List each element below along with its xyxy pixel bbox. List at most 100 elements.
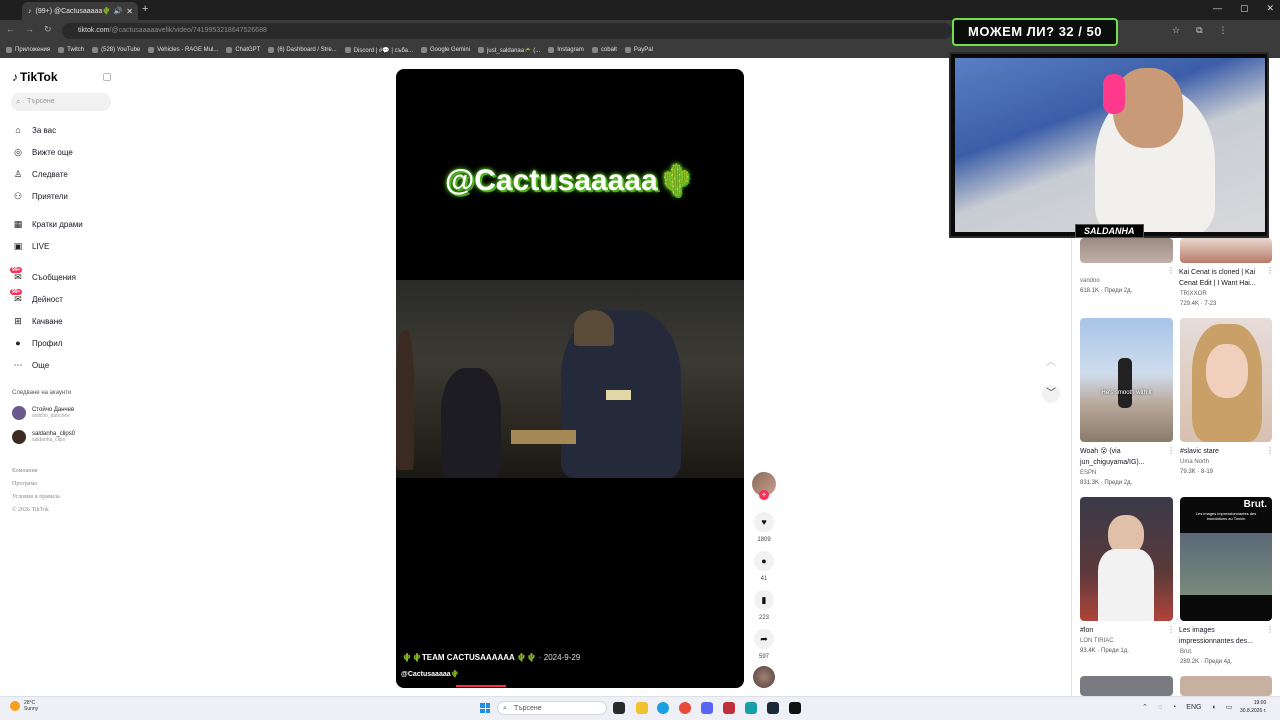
related-title[interactable]: Woah 😮 (via jun_chiguyama/IG)... bbox=[1080, 446, 1166, 468]
chrome-icon[interactable] bbox=[679, 702, 691, 714]
bookmark-item[interactable]: just_saldanaa🥷 (... bbox=[478, 47, 540, 54]
more-options-icon[interactable]: ⋮ bbox=[1266, 266, 1274, 275]
address-bar[interactable]: tiktok.com/@cactusaaaaavelik/video/74199… bbox=[62, 23, 952, 39]
chevron-up-icon[interactable]: ⌃ bbox=[1142, 703, 1148, 711]
app-icon[interactable] bbox=[745, 702, 757, 714]
close-window-icon[interactable]: ✕ bbox=[1266, 3, 1274, 14]
bookmark-item[interactable]: Google Gemini bbox=[421, 47, 470, 53]
sidebar-item-2[interactable]: ♙ Следвате bbox=[12, 166, 68, 182]
related-author[interactable]: Brut. bbox=[1180, 649, 1193, 655]
related-title[interactable]: #lon bbox=[1080, 625, 1093, 636]
related-author[interactable]: ESPN bbox=[1080, 470, 1096, 476]
sidebar-item-10[interactable]: ⋯ Още bbox=[12, 357, 50, 373]
weather-widget[interactable]: 28°C Sunny bbox=[10, 700, 38, 712]
more-options-icon[interactable]: ⋮ bbox=[1167, 446, 1175, 455]
discord-icon[interactable] bbox=[701, 702, 713, 714]
account-item[interactable]: Стойчо Данчев stoicho_danchev bbox=[12, 406, 74, 420]
bookmark-item[interactable]: (6) Dashboard / Stre... bbox=[268, 47, 337, 53]
footer-link-terms[interactable]: Условия и правила bbox=[12, 494, 60, 500]
search-input[interactable]: ⌕ Търсене bbox=[11, 93, 111, 111]
account-item[interactable]: saldanha_clips0 saldanha_clips bbox=[12, 430, 75, 444]
new-tab-button[interactable]: + bbox=[142, 3, 148, 15]
video-author[interactable]: @Cactusaaaaa🌵 bbox=[401, 670, 459, 678]
related-author[interactable]: vandoo bbox=[1080, 278, 1100, 284]
wifi-icon[interactable]: ◔ bbox=[1172, 704, 1176, 711]
comment-icon[interactable]: ● bbox=[754, 551, 774, 571]
save-action[interactable]: ▮ 223 bbox=[753, 590, 775, 621]
bookmark-star-icon[interactable]: ☆ bbox=[1172, 25, 1180, 36]
app-icon[interactable] bbox=[789, 702, 801, 714]
sidebar-item-6[interactable]: ✉ 99+ Съобщения bbox=[10, 266, 76, 285]
creator-avatar[interactable]: + bbox=[752, 472, 776, 500]
share-action[interactable]: ➦ 597 bbox=[753, 629, 775, 660]
related-thumbnail[interactable] bbox=[1080, 676, 1173, 696]
more-options-icon[interactable]: ⋮ bbox=[1266, 446, 1274, 455]
sidebar-item-1[interactable]: ◎ Вижте още bbox=[12, 144, 73, 160]
steam-icon[interactable] bbox=[767, 702, 779, 714]
sidebar-item-9[interactable]: ● Профил bbox=[12, 335, 62, 351]
comment-action[interactable]: ● 41 bbox=[753, 551, 775, 582]
bookmark-item[interactable]: Приложения bbox=[6, 47, 50, 53]
bookmark-item[interactable]: ChatGPT bbox=[226, 47, 260, 53]
related-author[interactable]: Uma North bbox=[1180, 459, 1209, 465]
bookmark-item[interactable]: (528) YouTube bbox=[92, 47, 140, 53]
app-icon[interactable] bbox=[723, 702, 735, 714]
related-thumbnail[interactable] bbox=[1180, 676, 1272, 696]
bookmark-item[interactable]: Twitch bbox=[58, 47, 84, 53]
related-thumbnail[interactable]: Brut. Les images impressionnantes des in… bbox=[1180, 497, 1272, 621]
follow-plus-icon[interactable]: + bbox=[759, 490, 769, 500]
video-player[interactable]: @Cactusaaaaa🌵 🌵🌵TEAM CACTUSAAAAAA 🌵🌵 · 2… bbox=[396, 69, 744, 688]
footer-link-program[interactable]: Програма bbox=[12, 481, 37, 487]
like-action[interactable]: ♥ 1809 bbox=[753, 512, 775, 543]
sidebar-item-5[interactable]: ▣ LIVE bbox=[12, 238, 50, 254]
task-view-icon[interactable] bbox=[613, 702, 625, 714]
back-icon[interactable]: ← bbox=[6, 24, 15, 35]
maximize-icon[interactable]: ▢ bbox=[1240, 3, 1249, 14]
volume-icon[interactable]: ◖ bbox=[1211, 704, 1215, 711]
related-author[interactable]: LON TIRIAC bbox=[1080, 638, 1114, 644]
bookmark-item[interactable]: Vehicles - RAGE Mul... bbox=[148, 47, 218, 53]
sidebar-item-8[interactable]: ⊞ Качване bbox=[12, 313, 62, 329]
bookmark-item[interactable]: Instagram bbox=[548, 47, 584, 53]
battery-icon[interactable]: ▭ bbox=[1226, 703, 1233, 711]
more-options-icon[interactable]: ⋮ bbox=[1167, 266, 1175, 275]
sidebar-item-3[interactable]: ⚇ Приятели bbox=[12, 188, 68, 204]
file-explorer-icon[interactable] bbox=[636, 702, 648, 714]
tiktok-logo[interactable]: ♪ TikTok bbox=[12, 70, 58, 84]
related-thumbnail[interactable] bbox=[1180, 318, 1272, 442]
related-title[interactable]: Les images impressionnantes des... bbox=[1179, 625, 1271, 647]
related-author[interactable]: TRIXXOR bbox=[1180, 291, 1207, 297]
music-disc-icon[interactable] bbox=[753, 666, 775, 688]
menu-dots-icon[interactable]: ⋮ bbox=[1219, 25, 1228, 36]
bookmark-icon[interactable]: ▮ bbox=[754, 590, 774, 610]
video-progress-bar[interactable] bbox=[456, 685, 506, 687]
edge-icon[interactable] bbox=[657, 702, 669, 714]
related-thumbnail[interactable]: He's smooth with it bbox=[1080, 318, 1173, 442]
taskbar-clock[interactable]: 19:00 30.8.2026 г. bbox=[1240, 699, 1266, 715]
heart-icon[interactable]: ♥ bbox=[754, 512, 774, 532]
share-icon[interactable]: ➦ bbox=[754, 629, 774, 649]
network-icon[interactable]: ◌ bbox=[1158, 704, 1162, 711]
more-options-icon[interactable]: ⋮ bbox=[1266, 625, 1274, 634]
bookmark-item[interactable]: PayPal bbox=[624, 47, 653, 53]
related-thumbnail[interactable] bbox=[1080, 238, 1173, 263]
related-title[interactable]: #slavic stare bbox=[1180, 446, 1219, 457]
browser-tab-active[interactable]: ♪ (99+) @Cactusaaaaa🌵 | Ti 🔊 ✕ bbox=[22, 2, 138, 20]
sidebar-item-0[interactable]: ⌂ За вас bbox=[12, 122, 56, 138]
extensions-icon[interactable]: ⧉ bbox=[1196, 25, 1202, 36]
reload-icon[interactable]: ↻ bbox=[44, 24, 52, 35]
tab-audio-icon[interactable]: 🔊 bbox=[114, 7, 123, 15]
previous-video-chevron-up-icon[interactable]: ︿ bbox=[1042, 354, 1060, 372]
related-thumbnail[interactable] bbox=[1180, 238, 1272, 263]
tab-close-icon[interactable]: ✕ bbox=[126, 7, 133, 16]
related-title[interactable]: Kai Cenat is cloned | Kai Cenat Edit | I… bbox=[1179, 267, 1271, 289]
bookmark-item[interactable]: cobalt bbox=[591, 47, 617, 53]
sidebar-item-4[interactable]: ▦ Кратки драми bbox=[12, 216, 83, 232]
collapse-sidebar-icon[interactable] bbox=[103, 73, 111, 81]
windows-start-icon[interactable] bbox=[480, 703, 490, 713]
language-indicator[interactable]: ENG bbox=[1186, 704, 1201, 711]
minimize-icon[interactable]: — bbox=[1213, 3, 1222, 14]
forward-icon[interactable]: → bbox=[25, 24, 34, 35]
related-thumbnail[interactable] bbox=[1080, 497, 1173, 621]
footer-link-company[interactable]: Компания bbox=[12, 468, 37, 474]
